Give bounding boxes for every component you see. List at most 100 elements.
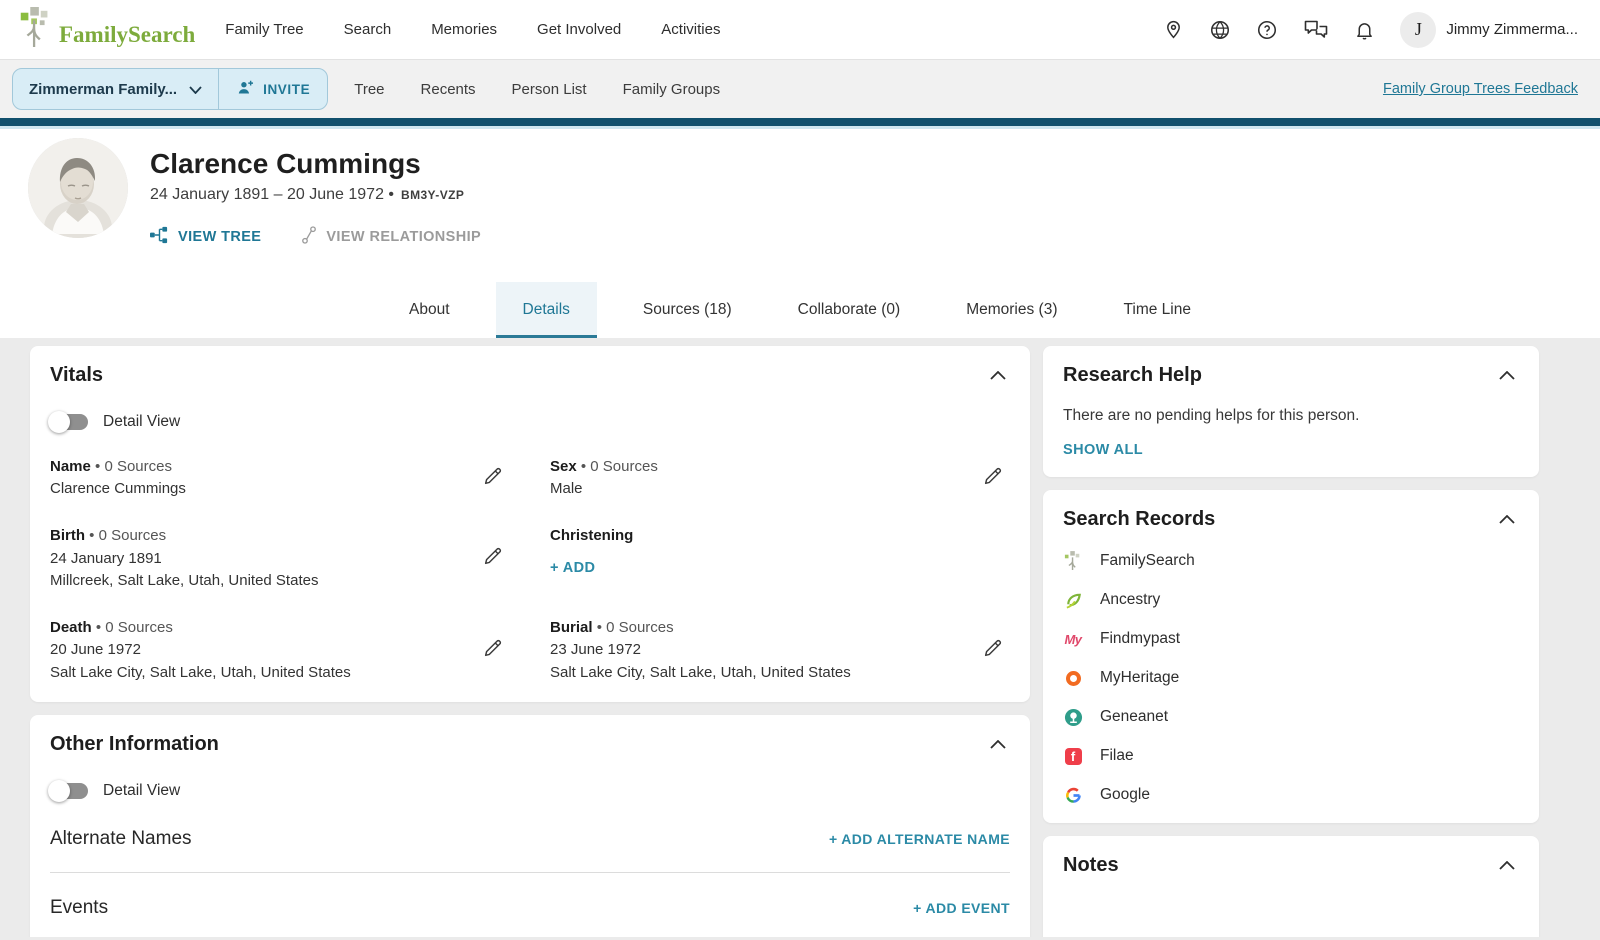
add-christening-link[interactable]: + ADD (550, 558, 595, 580)
tab-timeline[interactable]: Time Line (1117, 282, 1196, 338)
provider-findmypast[interactable]: My Findmypast (1063, 629, 1519, 649)
navy-divider-bar (0, 118, 1600, 129)
provider-familysearch[interactable]: FamilySearch (1063, 551, 1519, 571)
field-label: Christening (550, 527, 634, 544)
vital-field-burial: Burial • 0 Sources 23 June 1972 Salt Lak… (550, 617, 1010, 685)
invite-label: INVITE (263, 81, 311, 97)
vital-field-name: Name • 0 Sources Clarence Cummings (50, 455, 510, 501)
help-icon[interactable] (1256, 19, 1278, 41)
group-nav-family-groups[interactable]: Family Groups (623, 81, 721, 98)
alternate-names-title: Alternate Names (50, 828, 192, 849)
other-information-title: Other Information (50, 733, 219, 755)
main-nav: Family Tree Search Memories Get Involved… (225, 21, 720, 38)
search-records-title: Search Records (1063, 508, 1216, 530)
provider-name: Google (1100, 786, 1150, 803)
location-pin-icon[interactable] (1163, 19, 1184, 40)
vitals-collapse-button[interactable] (986, 367, 1010, 384)
person-id: BM3Y-VZP (401, 188, 465, 202)
vitals-detail-view-toggle[interactable] (48, 411, 88, 433)
other-information-card: Other Information Detail View Alternate … (30, 715, 1030, 937)
chevron-down-icon (189, 81, 202, 98)
field-value: Clarence Cummings (50, 480, 186, 497)
edit-birth-pencil-icon[interactable] (476, 541, 510, 576)
familysearch-logo[interactable]: FamilySearch (18, 7, 195, 52)
right-column: Research Help There are no pending helps… (1043, 346, 1539, 937)
field-place: Salt Lake City, Salt Lake, Utah, United … (50, 663, 351, 681)
research-help-card: Research Help There are no pending helps… (1043, 346, 1539, 477)
vital-field-death: Death • 0 Sources 20 June 1972 Salt Lake… (50, 617, 510, 685)
field-sources: • 0 Sources (580, 457, 658, 475)
edit-death-pencil-icon[interactable] (476, 633, 510, 668)
tab-about[interactable]: About (403, 282, 456, 338)
tab-collaborate[interactable]: Collaborate (0) (792, 282, 907, 338)
field-place: Salt Lake City, Salt Lake, Utah, United … (550, 663, 851, 681)
notes-collapse-button[interactable] (1495, 857, 1519, 874)
notifications-bell-icon[interactable] (1354, 19, 1375, 41)
field-value: 24 January 1891 (50, 549, 162, 567)
ancestry-leaf-icon (1063, 590, 1083, 610)
provider-ancestry[interactable]: Ancestry (1063, 590, 1519, 610)
notes-card: Notes (1043, 836, 1539, 937)
person-add-icon (236, 78, 255, 100)
other-info-detail-view-toggle[interactable] (48, 780, 88, 802)
group-nav-recents[interactable]: Recents (421, 81, 476, 98)
familysearch-tree-icon (18, 7, 54, 52)
field-value: 23 June 1972 (550, 641, 641, 658)
research-help-collapse-button[interactable] (1495, 367, 1519, 384)
nav-search[interactable]: Search (344, 21, 392, 38)
pedigree-tree-icon (150, 226, 169, 248)
invite-button[interactable]: INVITE (219, 69, 327, 109)
vital-field-christening: Christening + ADD (550, 525, 1010, 593)
group-nav-tree[interactable]: Tree (354, 81, 384, 98)
nav-family-tree[interactable]: Family Tree (225, 21, 303, 38)
add-alternate-name-link[interactable]: + ADD ALTERNATE NAME (829, 831, 1010, 847)
tab-sources[interactable]: Sources (18) (637, 282, 738, 338)
search-records-collapse-button[interactable] (1495, 511, 1519, 528)
tab-memories[interactable]: Memories (3) (960, 282, 1063, 338)
tab-details[interactable]: Details (495, 282, 597, 338)
family-group-selector[interactable]: Zimmerman Family... (13, 69, 218, 109)
field-sources: • 0 Sources (89, 527, 167, 544)
edit-sex-pencil-icon[interactable] (976, 461, 1010, 496)
field-label: Death (50, 618, 92, 636)
details-content: Vitals Detail View Name • 0 Sources Clar… (0, 338, 1600, 937)
field-value: Male (550, 480, 583, 497)
myheritage-ring-icon (1063, 668, 1083, 688)
field-sources: • 0 Sources (95, 618, 173, 636)
provider-google[interactable]: Google (1063, 785, 1519, 805)
view-tree-button[interactable]: VIEW TREE (150, 226, 261, 248)
user-menu[interactable]: J Jimmy Zimmerma... (1400, 11, 1578, 48)
filae-icon: f (1063, 746, 1083, 766)
user-avatar[interactable]: J (1400, 11, 1437, 48)
edit-burial-pencil-icon[interactable] (976, 633, 1010, 668)
family-group-nav: Tree Recents Person List Family Groups (354, 81, 720, 98)
add-event-link[interactable]: + ADD EVENT (913, 900, 1010, 916)
provider-name: FamilySearch (1100, 552, 1195, 569)
field-sources: • 0 Sources (95, 457, 172, 475)
globe-language-icon[interactable] (1209, 19, 1231, 41)
person-lifespan: 24 January 1891 – 20 June 1972 • BM3Y-VZ… (150, 186, 481, 204)
edit-name-pencil-icon[interactable] (476, 461, 510, 496)
family-group-trees-feedback-link[interactable]: Family Group Trees Feedback (1383, 81, 1578, 97)
lifespan-dates: 24 January 1891 – 20 June 1972 • (150, 186, 395, 203)
nav-get-involved[interactable]: Get Involved (537, 21, 621, 38)
research-help-empty-message: There are no pending helps for this pers… (1063, 407, 1360, 424)
provider-name: Ancestry (1100, 591, 1161, 608)
messages-icon[interactable] (1303, 19, 1329, 41)
other-information-collapse-button[interactable] (986, 736, 1010, 753)
user-name: Jimmy Zimmerma... (1446, 21, 1578, 38)
provider-myheritage[interactable]: MyHeritage (1063, 668, 1519, 688)
familysearch-mini-tree-icon (1063, 551, 1083, 571)
provider-geneanet[interactable]: Geneanet (1063, 707, 1519, 727)
person-name: Clarence Cummings (150, 148, 421, 179)
nav-activities[interactable]: Activities (661, 21, 720, 38)
view-relationship-button[interactable]: VIEW RELATIONSHIP (301, 226, 481, 248)
group-nav-person-list[interactable]: Person List (512, 81, 587, 98)
person-portrait[interactable] (28, 138, 128, 238)
google-g-icon (1063, 785, 1083, 805)
show-all-link[interactable]: SHOW ALL (1063, 442, 1143, 458)
provider-filae[interactable]: f Filae (1063, 746, 1519, 766)
person-info: Clarence Cummings 24 January 1891 – 20 J… (150, 138, 481, 282)
nav-memories[interactable]: Memories (431, 21, 497, 38)
events-title: Events (50, 897, 109, 918)
